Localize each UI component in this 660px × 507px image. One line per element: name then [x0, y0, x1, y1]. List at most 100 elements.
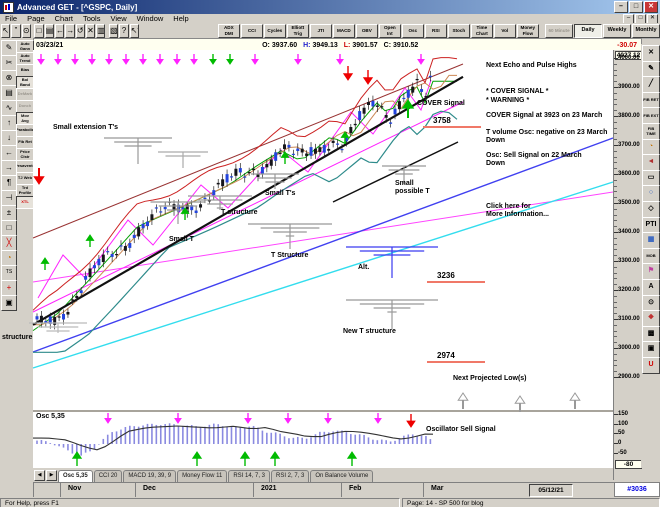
- candle-body[interactable]: [106, 251, 109, 252]
- tab-scroll-left-button[interactable]: ◀: [34, 470, 45, 481]
- candle-body[interactable]: [380, 106, 383, 107]
- flag-tool[interactable]: ⚑: [642, 263, 660, 280]
- draw-icon[interactable]: ✎: [1, 40, 17, 56]
- candle-body[interactable]: [159, 211, 162, 212]
- restore-button[interactable]: □: [629, 1, 643, 13]
- candle-body[interactable]: [212, 190, 215, 195]
- forward-icon[interactable]: →: [65, 24, 74, 38]
- candle-body[interactable]: [385, 115, 388, 118]
- candle-body[interactable]: [305, 154, 308, 156]
- candle-body[interactable]: [53, 317, 56, 325]
- help-icon[interactable]: ?: [119, 24, 128, 38]
- scroll-left-icon[interactable]: ←: [1, 145, 17, 161]
- candle-body[interactable]: [332, 141, 335, 143]
- candle-body[interactable]: [318, 147, 321, 152]
- candle-body[interactable]: [261, 167, 264, 174]
- open-icon[interactable]: ▤: [45, 24, 54, 38]
- fib-retrace-tool[interactable]: FIB RET: [642, 92, 660, 109]
- candle-body[interactable]: [221, 179, 224, 186]
- candle-body[interactable]: [411, 87, 414, 93]
- candle-body[interactable]: [93, 265, 96, 268]
- period-button-daily[interactable]: Daily: [574, 24, 602, 38]
- candle-body[interactable]: [336, 144, 339, 145]
- candle-body[interactable]: [102, 255, 105, 262]
- candle-body[interactable]: [376, 105, 379, 106]
- ts-icon[interactable]: TS: [1, 265, 17, 281]
- candle-body[interactable]: [310, 147, 313, 156]
- candle-body[interactable]: [89, 268, 92, 277]
- candle-body[interactable]: [111, 254, 114, 257]
- candle-body[interactable]: [420, 89, 423, 92]
- tab-money-flow-11[interactable]: Money Flow 11: [177, 470, 227, 482]
- tab-macd-19-39-9[interactable]: MACD 19, 39, 9: [123, 470, 176, 482]
- candle-body[interactable]: [371, 101, 374, 107]
- candle-body[interactable]: [354, 124, 357, 125]
- ellipse-tool[interactable]: ○: [642, 185, 660, 202]
- grid2-tool[interactable]: ▩: [642, 326, 660, 343]
- price-chart-pane[interactable]: Small extension T'sSmall TSmall T'sT str…: [33, 50, 613, 412]
- close-button[interactable]: ✕: [644, 1, 658, 13]
- fib-extension-tool[interactable]: FIB EXT: [642, 107, 660, 124]
- candle-body[interactable]: [323, 145, 326, 153]
- child-minimize-button[interactable]: –: [623, 14, 634, 24]
- candle-body[interactable]: [195, 211, 198, 213]
- menu-tools[interactable]: Tools: [78, 14, 106, 23]
- candle-body[interactable]: [75, 296, 78, 298]
- oscillator-pane[interactable]: Osc 5,35Oscillator Sell Signal: [33, 412, 613, 468]
- trendline-tool[interactable]: ╱: [642, 76, 660, 93]
- chart-annotation[interactable]: Click here for More Information...: [486, 203, 549, 219]
- blank-icon[interactable]: □: [1, 220, 17, 236]
- menu-page[interactable]: Page: [22, 14, 50, 23]
- rectangle-tool[interactable]: ▭: [642, 170, 660, 187]
- minimize-button[interactable]: –: [614, 1, 628, 13]
- candle-body[interactable]: [44, 321, 47, 322]
- candle-body[interactable]: [296, 149, 299, 151]
- study-button-cci[interactable]: CCI: [241, 24, 263, 38]
- menu-help[interactable]: Help: [168, 14, 193, 23]
- candle-body[interactable]: [137, 227, 140, 236]
- candle-body[interactable]: [58, 316, 61, 317]
- menu-chart[interactable]: Chart: [50, 14, 78, 23]
- angles-tool[interactable]: ◇: [642, 201, 660, 218]
- new-chart-icon[interactable]: □: [34, 24, 43, 38]
- menu-window[interactable]: Window: [132, 14, 169, 23]
- study-button-time-chart[interactable]: Time Chart: [471, 24, 493, 38]
- compress-icon[interactable]: ⊣: [1, 190, 17, 206]
- study-button-stoch[interactable]: Stoch: [448, 24, 470, 38]
- candle-body[interactable]: [239, 168, 242, 172]
- left-study-xtl[interactable]: XTL: [16, 196, 34, 209]
- gann-fan-icon[interactable]: ◔: [1, 250, 17, 266]
- candle-body[interactable]: [394, 109, 397, 115]
- refresh-icon[interactable]: ↺: [76, 24, 85, 38]
- candle-body[interactable]: [115, 254, 118, 255]
- study-button-jti[interactable]: JTI: [310, 24, 332, 38]
- candle-body[interactable]: [62, 314, 65, 320]
- fib-time-tool[interactable]: FIB TIME: [642, 123, 660, 140]
- candle-body[interactable]: [203, 198, 206, 199]
- study-button-adx-dmi[interactable]: ADX DMI: [218, 24, 240, 38]
- candle-body[interactable]: [407, 90, 410, 98]
- candle-body[interactable]: [398, 101, 401, 109]
- candle-body[interactable]: [133, 235, 136, 238]
- fan-tool[interactable]: ◄: [642, 154, 660, 171]
- candle-body[interactable]: [327, 149, 330, 151]
- pencil-tool[interactable]: ✎: [642, 61, 660, 78]
- period-button-weekly[interactable]: Weekly: [603, 24, 631, 38]
- candle-body[interactable]: [226, 174, 229, 182]
- back-icon[interactable]: ←: [55, 24, 64, 38]
- candle-body[interactable]: [416, 79, 419, 80]
- candle-body[interactable]: [287, 145, 290, 148]
- menu-file[interactable]: File: [0, 14, 22, 23]
- candle-body[interactable]: [389, 122, 392, 123]
- candle-body[interactable]: [283, 144, 286, 149]
- candle-body[interactable]: [424, 96, 427, 97]
- candle-body[interactable]: [234, 169, 237, 176]
- tab-rsi-2-7-3[interactable]: RSI 2, 7, 3: [271, 470, 309, 482]
- candle-body[interactable]: [349, 127, 352, 133]
- candle-body[interactable]: [340, 149, 343, 150]
- tab-on-balance-volume[interactable]: On Balance Volume: [310, 470, 373, 482]
- values-icon[interactable]: ¶: [1, 175, 17, 191]
- scroll-up-icon[interactable]: ↑: [1, 115, 17, 131]
- candle-body[interactable]: [199, 204, 202, 207]
- grid-tool[interactable]: ▦: [642, 232, 660, 249]
